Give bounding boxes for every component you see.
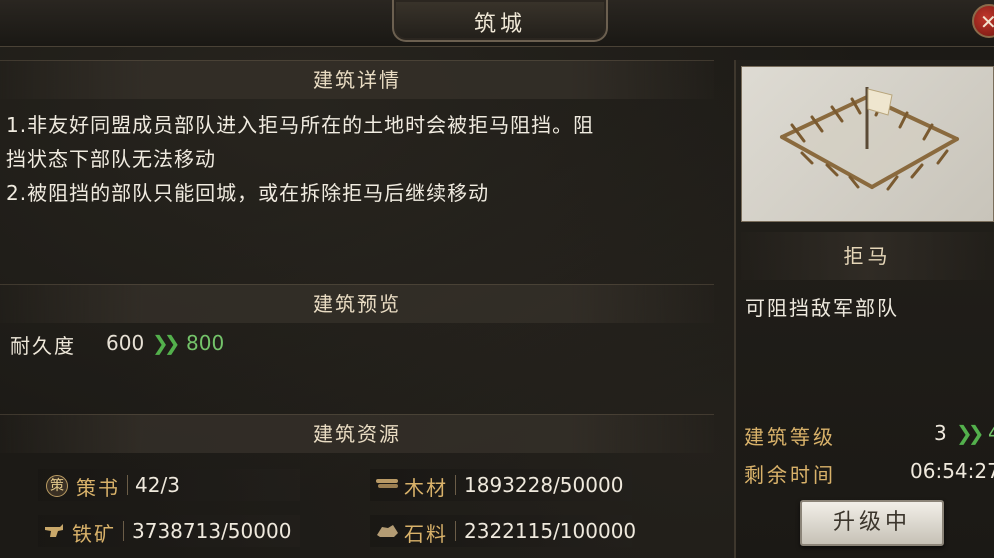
- resource-name: 策书: [76, 476, 120, 500]
- time-remaining: 06:54:27: [910, 459, 994, 483]
- building-image: [741, 66, 994, 222]
- detail-line: 挡状态下部队无法移动: [6, 147, 216, 171]
- divider: [455, 475, 456, 495]
- preview-header: 建筑预览: [0, 284, 714, 323]
- resource-row: 石料 2322115/100000: [370, 515, 636, 547]
- title-plate: 筑城: [392, 0, 608, 42]
- double-chevron-right-icon: ❯❯: [956, 421, 984, 445]
- resource-name: 铁矿: [72, 522, 116, 546]
- level-current: 3: [934, 421, 947, 445]
- durability-label: 耐久度: [10, 334, 76, 358]
- building-name: 拒马: [843, 244, 892, 268]
- resource-value: 3738713/50000: [132, 519, 292, 543]
- level-label: 建筑等级: [744, 425, 836, 449]
- level-next: 4: [988, 421, 994, 445]
- resources-header: 建筑资源: [0, 414, 714, 453]
- window-title: 筑城: [473, 12, 526, 37]
- resource-value: 1893228/50000: [464, 473, 624, 497]
- resource-value: 2322115/100000: [464, 519, 637, 543]
- resource-name: 石料: [404, 522, 448, 546]
- divider: [123, 521, 124, 541]
- detail-body: 1.非友好同盟成员部队进入拒马所在的土地时会被拒马阻挡。阻 挡状态下部队无法移动…: [6, 108, 716, 210]
- resource-row: 铁矿 3738713/50000: [38, 515, 300, 547]
- resource-row: 木材 1893228/50000: [370, 469, 632, 501]
- durability-next: 800: [186, 331, 225, 355]
- divider: [127, 475, 128, 495]
- divider: [455, 521, 456, 541]
- resource-row: 策 策书 42/3: [38, 469, 300, 501]
- time-label: 剩余时间: [744, 463, 836, 487]
- stone-icon: [374, 519, 398, 543]
- close-icon: ✕: [980, 10, 994, 34]
- double-chevron-right-icon: ❯❯: [152, 331, 180, 355]
- strategy-book-icon: 策: [46, 475, 68, 497]
- iron-ore-icon: [42, 519, 66, 543]
- upgrade-button[interactable]: 升级中: [800, 500, 944, 546]
- detail-line: 2.被阻挡的部队只能回城，或在拆除拒马后继续移动: [6, 181, 490, 205]
- detail-line: 1.非友好同盟成员部队进入拒马所在的土地时会被拒马阻挡。阻: [6, 113, 595, 137]
- resource-name: 木材: [404, 476, 448, 500]
- building-description: 可阻挡敌军部队: [745, 296, 899, 320]
- durability-current: 600: [106, 331, 145, 355]
- wood-icon: [374, 473, 398, 497]
- detail-header: 建筑详情: [0, 60, 714, 99]
- resource-value: 42/3: [135, 473, 180, 497]
